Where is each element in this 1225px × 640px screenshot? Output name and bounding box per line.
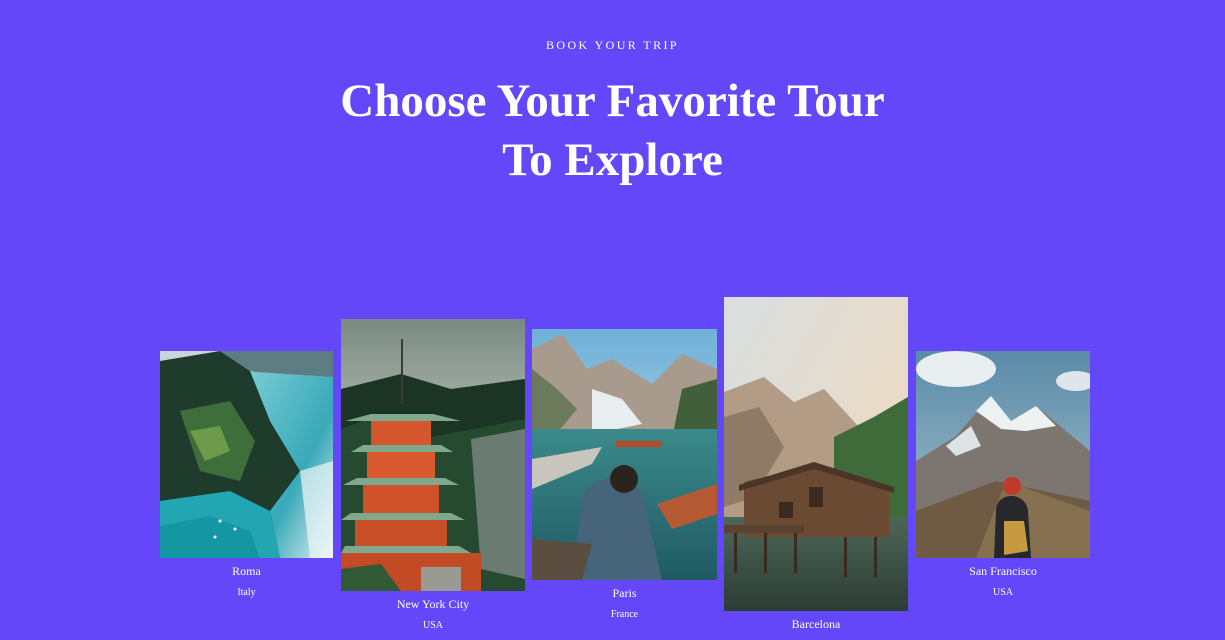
- tour-photo-mountain-lake[interactable]: [532, 329, 717, 580]
- tour-photo-pagoda[interactable]: [341, 319, 525, 591]
- tour-city: Paris: [612, 586, 637, 600]
- tour-country: France: [610, 609, 639, 620]
- page-title-line-2: To Explore: [502, 134, 723, 186]
- tour-city: New York City: [396, 597, 470, 611]
- tour-city: Barcelona: [791, 617, 841, 631]
- tour-card-paris[interactable]: Paris France: [532, 329, 717, 621]
- page-title-line-1: Choose Your Favorite Tour: [340, 75, 885, 127]
- tour-photo-lake-cabin[interactable]: [724, 297, 908, 611]
- page-title: Choose Your Favorite Tour To Explore: [0, 72, 1225, 190]
- tour-country: USA: [422, 620, 443, 631]
- tour-card-barcelona[interactable]: Barcelona: [724, 297, 908, 640]
- tour-photo-lake-coast[interactable]: [160, 351, 333, 558]
- tour-card-roma[interactable]: Roma Italy: [160, 351, 333, 599]
- tour-card-new-york-city[interactable]: New York City USA: [341, 319, 525, 632]
- tour-card-san-francisco[interactable]: San Francisco USA: [916, 351, 1090, 599]
- tour-photo-snow-mountain-hiker[interactable]: [916, 351, 1090, 558]
- tour-city: Roma: [232, 564, 261, 578]
- tour-city: San Francisco: [969, 564, 1037, 578]
- section-eyebrow: BOOK YOUR TRIP: [546, 38, 679, 52]
- tour-country: USA: [992, 587, 1013, 598]
- tour-country: Italy: [237, 587, 256, 598]
